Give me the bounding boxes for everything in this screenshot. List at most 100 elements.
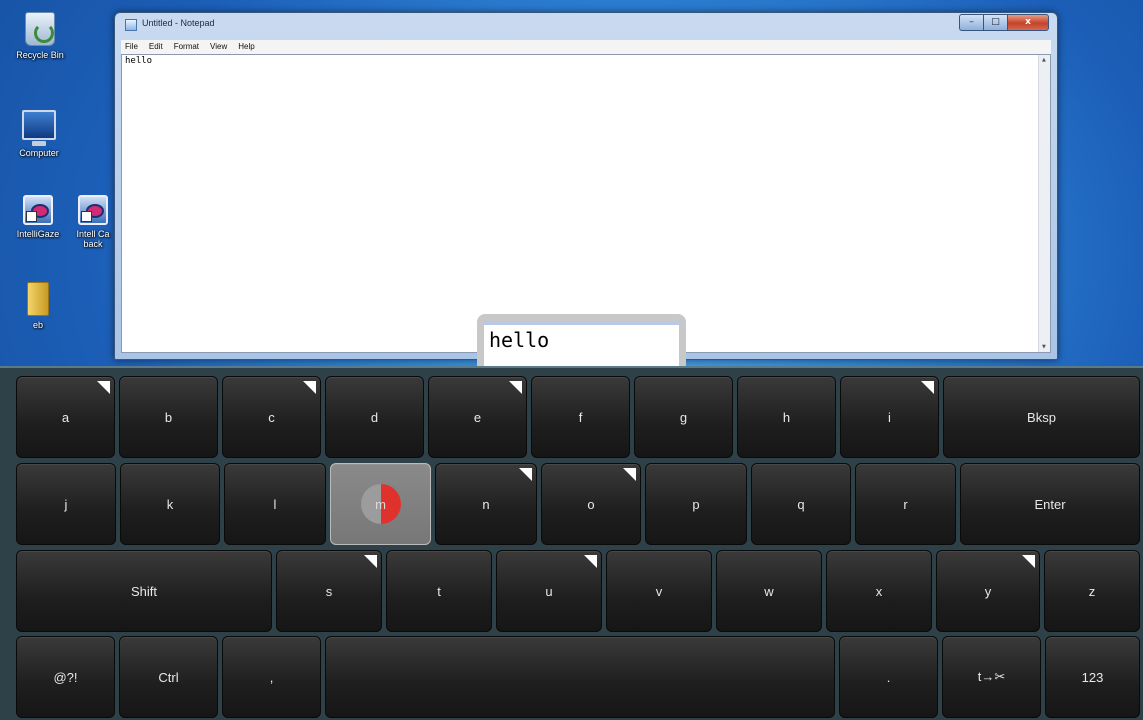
key-t[interactable]: t bbox=[386, 550, 492, 632]
key-a[interactable]: a bbox=[16, 376, 115, 458]
desktop-icon-label: eb bbox=[32, 320, 43, 330]
menu-view[interactable]: View bbox=[210, 40, 227, 54]
key-label: t→✂ bbox=[977, 669, 1006, 684]
key-c[interactable]: c bbox=[222, 376, 321, 458]
key-period[interactable]: . bbox=[839, 636, 938, 718]
key-l[interactable]: l bbox=[224, 463, 326, 545]
key-r[interactable]: r bbox=[855, 463, 956, 545]
recycle-bin-icon bbox=[25, 12, 55, 46]
intelligaze-icon bbox=[23, 195, 53, 225]
key-w[interactable]: w bbox=[716, 550, 822, 632]
key-backspace[interactable]: Bksp bbox=[943, 376, 1140, 458]
key-j[interactable]: j bbox=[16, 463, 116, 545]
desktop-icon-intelligaze[interactable]: IntelliGaze bbox=[8, 195, 68, 239]
desktop-icon-intelligaze-calibration[interactable]: Intell Ca back bbox=[70, 195, 116, 249]
key-space[interactable] bbox=[325, 636, 835, 718]
title-bar[interactable]: Untitled - Notepad – □ x bbox=[115, 13, 1057, 37]
notepad-window[interactable]: Untitled - Notepad – □ x File Edit Forma… bbox=[114, 12, 1058, 360]
key-g[interactable]: g bbox=[634, 376, 733, 458]
key-symbols[interactable]: @?! bbox=[16, 636, 115, 718]
maximize-button[interactable]: □ bbox=[983, 14, 1007, 31]
desktop-icon-label: IntelliGaze bbox=[16, 229, 60, 239]
key-label: w bbox=[764, 583, 774, 599]
menu-file[interactable]: File bbox=[125, 40, 138, 54]
caption-buttons: – □ x bbox=[959, 14, 1049, 31]
key-label: f bbox=[578, 409, 583, 425]
key-label: c bbox=[268, 409, 275, 425]
suggestion-text: hello bbox=[489, 328, 550, 352]
key-label: p bbox=[692, 496, 700, 512]
key-y[interactable]: y bbox=[936, 550, 1040, 632]
menu-help[interactable]: Help bbox=[238, 40, 254, 54]
key-label: Enter bbox=[1034, 496, 1066, 512]
key-label: , bbox=[269, 669, 274, 685]
key-label: t bbox=[437, 583, 441, 599]
folder-icon bbox=[27, 282, 49, 316]
key-numbers[interactable]: 123 bbox=[1045, 636, 1140, 718]
editor-content: hello bbox=[125, 56, 153, 66]
key-enter[interactable]: Enter bbox=[960, 463, 1140, 545]
key-label: @?! bbox=[53, 669, 78, 685]
window-title: Untitled - Notepad bbox=[142, 18, 215, 28]
key-label: j bbox=[64, 496, 68, 512]
key-label: k bbox=[166, 496, 174, 512]
key-label: Ctrl bbox=[158, 669, 179, 685]
key-comma[interactable]: , bbox=[222, 636, 321, 718]
key-m[interactable]: m bbox=[330, 463, 431, 545]
close-button[interactable]: x bbox=[1007, 14, 1049, 31]
key-label: u bbox=[545, 583, 553, 599]
key-q[interactable]: q bbox=[751, 463, 851, 545]
key-label: z bbox=[1088, 583, 1096, 599]
key-text-edit[interactable]: t→✂ bbox=[942, 636, 1041, 718]
scroll-down-icon[interactable]: ▼ bbox=[1042, 344, 1046, 350]
desktop-icon-computer[interactable]: Computer bbox=[9, 110, 69, 158]
key-e[interactable]: e bbox=[428, 376, 527, 458]
desktop-icon-label: Computer bbox=[19, 148, 59, 158]
intelligaze-calibration-icon bbox=[78, 195, 108, 225]
key-label: y bbox=[984, 583, 992, 599]
menu-bar: File Edit Format View Help bbox=[121, 40, 1051, 54]
key-o[interactable]: o bbox=[541, 463, 641, 545]
key-label: e bbox=[473, 409, 482, 425]
key-label: m bbox=[375, 496, 386, 512]
key-label: l bbox=[273, 496, 277, 512]
desktop-icon-folder[interactable]: eb bbox=[8, 282, 68, 330]
key-label: . bbox=[886, 669, 891, 685]
key-i[interactable]: i bbox=[840, 376, 939, 458]
key-label: g bbox=[679, 409, 688, 425]
key-v[interactable]: v bbox=[606, 550, 712, 632]
key-label: s bbox=[325, 583, 333, 599]
key-p[interactable]: p bbox=[645, 463, 747, 545]
key-label: n bbox=[482, 496, 490, 512]
key-u[interactable]: u bbox=[496, 550, 602, 632]
scroll-up-icon[interactable]: ▲ bbox=[1042, 57, 1046, 63]
minimize-button[interactable]: – bbox=[959, 14, 983, 31]
desktop-icon-label: Recycle Bin bbox=[16, 50, 64, 60]
key-label: d bbox=[370, 409, 379, 425]
key-x[interactable]: x bbox=[826, 550, 932, 632]
vertical-scrollbar[interactable]: ▲ ▼ bbox=[1038, 55, 1050, 352]
key-label: a bbox=[61, 409, 70, 425]
menu-format[interactable]: Format bbox=[174, 40, 199, 54]
on-screen-keyboard: a b c d e f g h i Bksp j k l m n o p q r… bbox=[0, 366, 1143, 720]
key-shift[interactable]: Shift bbox=[16, 550, 272, 632]
key-ctrl[interactable]: Ctrl bbox=[119, 636, 218, 718]
desktop-icon-recycle-bin[interactable]: Recycle Bin bbox=[10, 12, 70, 60]
key-z[interactable]: z bbox=[1044, 550, 1140, 632]
key-n[interactable]: n bbox=[435, 463, 537, 545]
key-f[interactable]: f bbox=[531, 376, 630, 458]
text-editor[interactable]: hello ▲ ▼ bbox=[121, 54, 1051, 353]
menu-edit[interactable]: Edit bbox=[149, 40, 163, 54]
suggestion-box: hello bbox=[484, 321, 679, 370]
key-h[interactable]: h bbox=[737, 376, 836, 458]
key-d[interactable]: d bbox=[325, 376, 424, 458]
key-s[interactable]: s bbox=[276, 550, 382, 632]
key-k[interactable]: k bbox=[120, 463, 220, 545]
word-suggestion-popup[interactable]: hello bbox=[477, 314, 686, 370]
key-label: x bbox=[875, 583, 883, 599]
key-b[interactable]: b bbox=[119, 376, 218, 458]
key-label: q bbox=[797, 496, 805, 512]
key-label: h bbox=[782, 409, 791, 425]
key-label: b bbox=[164, 409, 173, 425]
key-label: i bbox=[888, 409, 891, 425]
